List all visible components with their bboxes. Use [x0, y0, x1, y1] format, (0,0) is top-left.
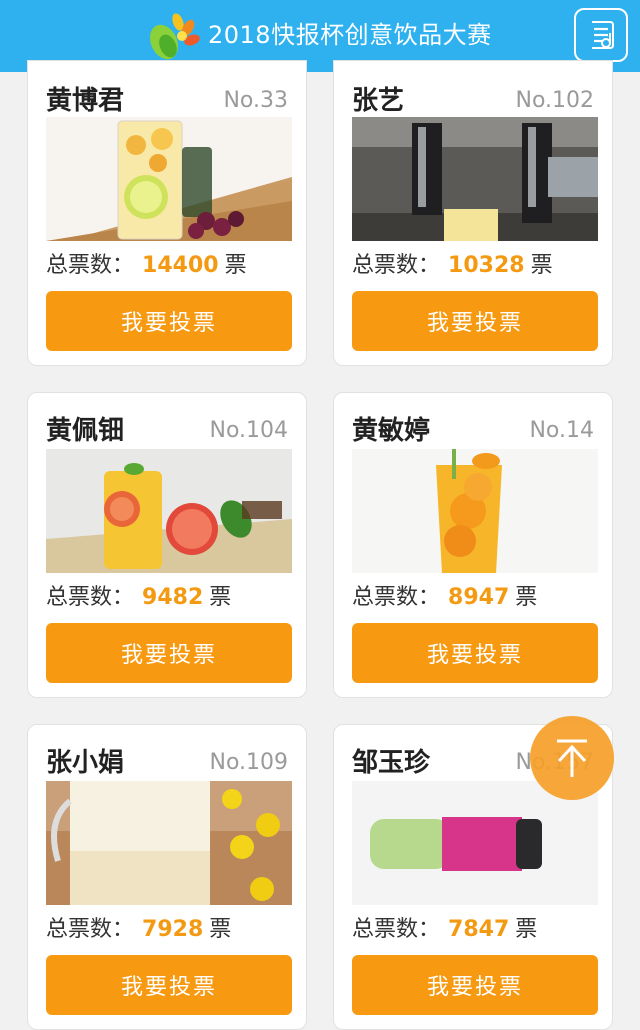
- entry-name: 黄佩钿: [46, 416, 125, 446]
- vote-button[interactable]: 我要投票: [352, 291, 598, 351]
- colorful-leaf-logo-icon: [149, 13, 200, 60]
- drink-photo[interactable]: [352, 781, 598, 905]
- entry-number: No.104: [209, 418, 288, 443]
- votes-suffix: 票: [530, 253, 553, 278]
- vote-count: 总票数： 10328 票: [352, 249, 553, 283]
- votes-suffix: 票: [209, 585, 232, 610]
- votes-prefix: 总票数：: [46, 253, 135, 278]
- entry-name: 黄博君: [46, 86, 125, 116]
- votes-value: 10328: [448, 253, 525, 278]
- entry-name: 张小娟: [46, 748, 125, 778]
- vote-button[interactable]: 我要投票: [352, 955, 598, 1015]
- entry-number: No.109: [209, 750, 288, 775]
- votes-suffix: 票: [209, 917, 232, 942]
- votes-value: 7928: [142, 917, 204, 942]
- votes-prefix: 总票数：: [352, 917, 441, 942]
- back-to-top-icon: [557, 739, 587, 777]
- vote-count: 总票数： 7847 票: [352, 913, 537, 947]
- drink-photo[interactable]: [352, 449, 598, 573]
- vote-count: 总票数： 14400 票: [46, 249, 247, 283]
- entry-card: 黄博君 No.33 总票数： 14400 票 我要投票: [27, 60, 307, 366]
- votes-suffix: 票: [515, 917, 538, 942]
- drink-photo[interactable]: [352, 117, 598, 241]
- vote-count: 总票数： 8947 票: [352, 581, 537, 615]
- votes-value: 8947: [448, 585, 510, 610]
- vote-count: 总票数： 7928 票: [46, 913, 231, 947]
- entry-name: 邹玉珍: [352, 748, 431, 778]
- votes-value: 7847: [448, 917, 510, 942]
- page-title: 2018快报杯创意饮品大赛: [208, 21, 492, 49]
- vote-button[interactable]: 我要投票: [46, 955, 292, 1015]
- votes-prefix: 总票数：: [46, 917, 135, 942]
- menu-button[interactable]: [574, 8, 628, 62]
- drink-photo[interactable]: [46, 449, 292, 573]
- votes-prefix: 总票数：: [352, 585, 441, 610]
- entry-name: 张艺: [352, 86, 405, 116]
- votes-prefix: 总票数：: [352, 253, 441, 278]
- entry-number: No.33: [223, 88, 288, 113]
- entry-card: 张小娟 No.109 总票数： 7928 票 我要投票: [27, 724, 307, 1030]
- entry-card: 张艺 No.102 总票数： 10328 票 我要投票: [333, 60, 613, 366]
- votes-value: 14400: [142, 253, 219, 278]
- entry-number: No.14: [529, 418, 594, 443]
- drink-photo[interactable]: [46, 117, 292, 241]
- vote-button[interactable]: 我要投票: [46, 291, 292, 351]
- votes-prefix: 总票数：: [46, 585, 135, 610]
- votes-value: 9482: [142, 585, 204, 610]
- votes-suffix: 票: [224, 253, 247, 278]
- entry-name: 黄敏婷: [352, 416, 431, 446]
- drink-photo[interactable]: [46, 781, 292, 905]
- menu-list-icon: [592, 21, 614, 49]
- entry-card: 黄佩钿 No.104 总票数： 9482 票 我要投票: [27, 392, 307, 698]
- back-to-top-button[interactable]: [530, 716, 614, 800]
- vote-button[interactable]: 我要投票: [46, 623, 292, 683]
- entry-number: No.102: [515, 88, 594, 113]
- entry-card: 黄敏婷 No.14 总票数： 8947 票 我要投票: [333, 392, 613, 698]
- vote-count: 总票数： 9482 票: [46, 581, 231, 615]
- vote-button[interactable]: 我要投票: [352, 623, 598, 683]
- votes-suffix: 票: [515, 585, 538, 610]
